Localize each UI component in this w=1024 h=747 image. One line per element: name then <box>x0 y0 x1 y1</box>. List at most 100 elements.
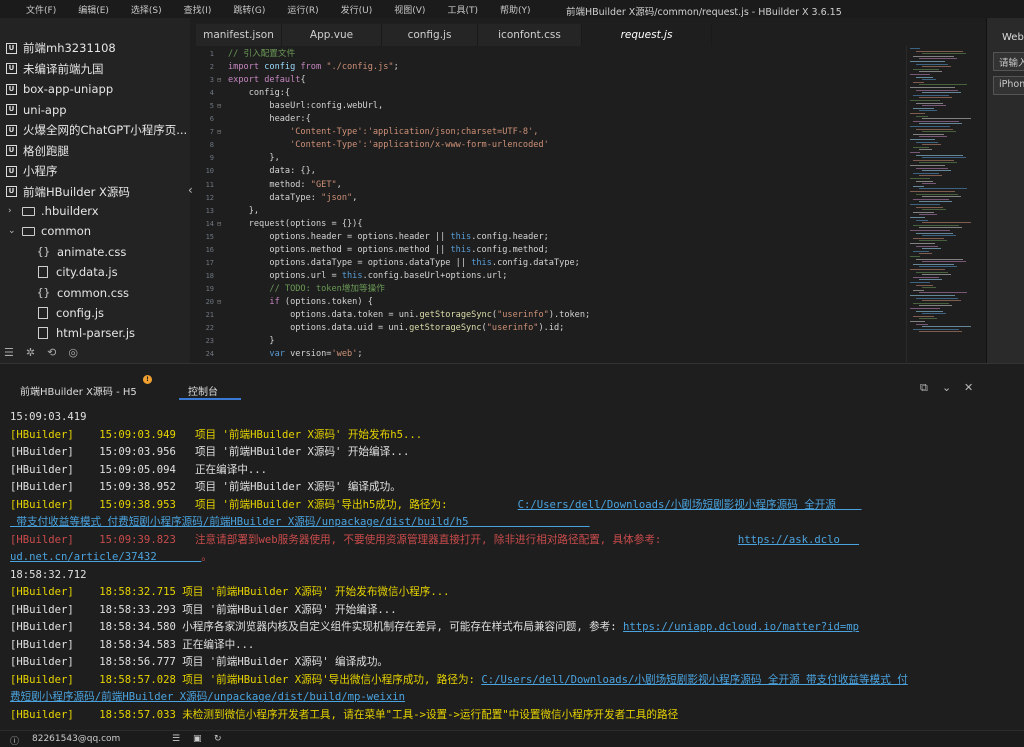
line-number: 15 <box>205 232 214 241</box>
project-item[interactable]: Ubox-app-uniapp <box>6 79 113 99</box>
fold-marker[interactable]: ⊟ <box>217 298 221 306</box>
console-link[interactable]: https://uniapp.dcloud.io/matter?id=mp <box>623 621 859 633</box>
console-output[interactable]: 15:09:03.419 [HBuilder] 15:09:03.949 项目 '… <box>0 405 1024 730</box>
line-number: 1 <box>209 50 214 58</box>
device-select[interactable]: iPhone <box>993 76 1024 95</box>
tree-item[interactable]: ⌄ common <box>8 221 91 241</box>
line-number: 16 <box>205 245 214 254</box>
minimap-line <box>919 227 962 229</box>
console-link[interactable]: C:/Users/dell/Downloads/小剧场短剧影视小程序源码 全开源… <box>481 674 907 686</box>
project-item[interactable]: U 格创跑腿 <box>6 141 69 161</box>
chevron-down-icon[interactable]: ⌄ <box>942 381 951 394</box>
project-item[interactable]: U 前端HBuilder X源码 <box>6 182 130 202</box>
tree-item-label: common.css <box>57 285 130 300</box>
console-text: [HBuilder] 15:09:39.823 注意请部署到web服务器使用, … <box>10 533 738 546</box>
tree-item[interactable]: config.js <box>36 303 104 323</box>
code-token: (options.token) { <box>284 296 373 307</box>
minimap-line <box>910 204 940 205</box>
code-line: }, <box>228 152 279 165</box>
refresh-icon[interactable]: ↻ <box>214 734 222 744</box>
fold-marker[interactable]: ⊟ <box>217 102 221 110</box>
menu-item[interactable]: 运行(R) <box>287 3 318 16</box>
code-token: ).id; <box>538 323 565 334</box>
minimap-line <box>919 84 967 86</box>
minimap-line <box>910 152 920 153</box>
menu-item[interactable]: 查找(I) <box>184 3 212 16</box>
open-external-icon[interactable]: ⧉ <box>920 381 928 395</box>
minimap-line <box>916 232 953 234</box>
console-line: [HBuilder] 15:09:38.953 项目 '前端HBuilder X… <box>10 497 862 514</box>
user-icon[interactable]: ⓘ <box>10 734 19 747</box>
chevron-icon[interactable]: ⌄ <box>8 226 22 236</box>
tree-item[interactable]: city.data.js <box>36 262 118 282</box>
user-account[interactable]: 82261543@qq.com <box>32 734 120 744</box>
active-tab-indicator <box>179 398 241 400</box>
minimap-line <box>910 113 925 114</box>
tab-h5-run[interactable]: 前端HBuilder X源码 - H5 <box>20 383 137 398</box>
minimap-line <box>922 209 946 211</box>
menu-item[interactable]: 选择(S) <box>131 3 162 16</box>
file-icon <box>38 327 48 340</box>
palette-icon[interactable]: ◎ <box>68 346 78 359</box>
minimap-line <box>910 165 945 166</box>
minimap-line <box>910 139 935 140</box>
menu-item[interactable]: 工具(T) <box>447 3 478 16</box>
project-item[interactable]: U 前端mh3231108 <box>6 38 116 58</box>
minimap-line <box>913 172 939 174</box>
code-token: var <box>228 349 291 360</box>
list-icon[interactable]: ☰ <box>4 346 14 359</box>
tree-item[interactable]: {} animate.css <box>36 242 126 262</box>
editor-tab[interactable]: request.js <box>582 24 712 46</box>
console-link[interactable]: C:/Users/dell/Downloads/小剧场短剧影视小程序源码 全开源 <box>518 499 862 511</box>
minimap-line <box>913 159 954 161</box>
menu-item[interactable]: 发行(U) <box>341 3 373 16</box>
code-token: from <box>300 62 327 73</box>
console-link[interactable]: ud.net.cn/article/37432 <box>10 551 201 563</box>
code-token: }, <box>228 205 260 216</box>
editor-tab[interactable]: iconfont.css <box>478 24 582 46</box>
list-icon[interactable]: ☰ <box>172 734 180 744</box>
editor-tab[interactable]: config.js <box>382 24 478 46</box>
minimap-line <box>913 185 924 187</box>
bug-icon[interactable]: ✲ <box>26 346 35 359</box>
console-text: 。 <box>201 551 212 563</box>
fold-marker[interactable]: ⊟ <box>217 128 221 136</box>
fold-marker[interactable]: ⊟ <box>217 220 221 228</box>
project-item[interactable]: U 未编译前端九国 <box>6 59 104 79</box>
editor-tab[interactable]: App.vue <box>282 24 382 46</box>
tree-item[interactable]: {} common.css <box>36 283 129 303</box>
project-label: box-app-uniapp <box>23 82 114 96</box>
code-line: options.data.uid = uni.getStorageSync("u… <box>228 322 564 335</box>
console-link[interactable]: 费短剧小程序源码/前端HBuilder X源码/unpackage/dist/b… <box>10 691 405 703</box>
project-item[interactable]: U 小程序 <box>6 161 58 181</box>
console-link[interactable]: https://ask.dclo <box>738 534 859 546</box>
minimap-line <box>919 188 967 190</box>
project-item[interactable]: U 火爆全网的ChatGPT小程序页... <box>6 120 187 140</box>
code-line: data: {}, <box>228 165 316 178</box>
debug-icon[interactable]: ⟲ <box>47 346 56 359</box>
tree-item[interactable]: html-parser.js <box>36 323 135 343</box>
menu-item[interactable]: 跳转(G) <box>233 3 265 16</box>
console-line: 带支付收益等模式 付费短剧小程序源码/前端HBuilder X源码/unpack… <box>10 514 590 531</box>
tree-item[interactable]: › .hbuilderx <box>8 201 99 221</box>
project-item[interactable]: Uuni-app <box>6 100 67 120</box>
url-input[interactable]: 请输入 <box>993 52 1024 71</box>
minimap[interactable] <box>906 46 986 362</box>
menu-item[interactable]: 视图(V) <box>394 3 425 16</box>
line-number: 7 <box>209 128 214 137</box>
fold-marker[interactable]: ⊟ <box>217 76 221 84</box>
terminal-icon[interactable]: ▣ <box>193 734 202 744</box>
code-token: "GET" <box>310 179 337 190</box>
chevron-icon[interactable]: › <box>8 206 22 216</box>
menu-item[interactable]: 帮助(Y) <box>500 3 531 16</box>
tab-console[interactable]: 控制台 <box>188 383 218 398</box>
code-editor[interactable]: // 引入配置文件 import config from "./config.js… <box>228 46 906 362</box>
menu-item[interactable]: 编辑(E) <box>78 3 109 16</box>
editor-tab[interactable]: manifest.json <box>196 24 282 46</box>
console-link[interactable]: 带支付收益等模式 付费短剧小程序源码/前端HBuilder X源码/unpack… <box>10 516 590 528</box>
close-icon[interactable]: ✕ <box>964 381 973 394</box>
minimap-line <box>919 305 952 307</box>
menu-item[interactable]: 文件(F) <box>26 3 56 16</box>
line-number: 22 <box>205 324 214 333</box>
collapse-sidebar-icon[interactable]: ‹ <box>188 183 193 197</box>
